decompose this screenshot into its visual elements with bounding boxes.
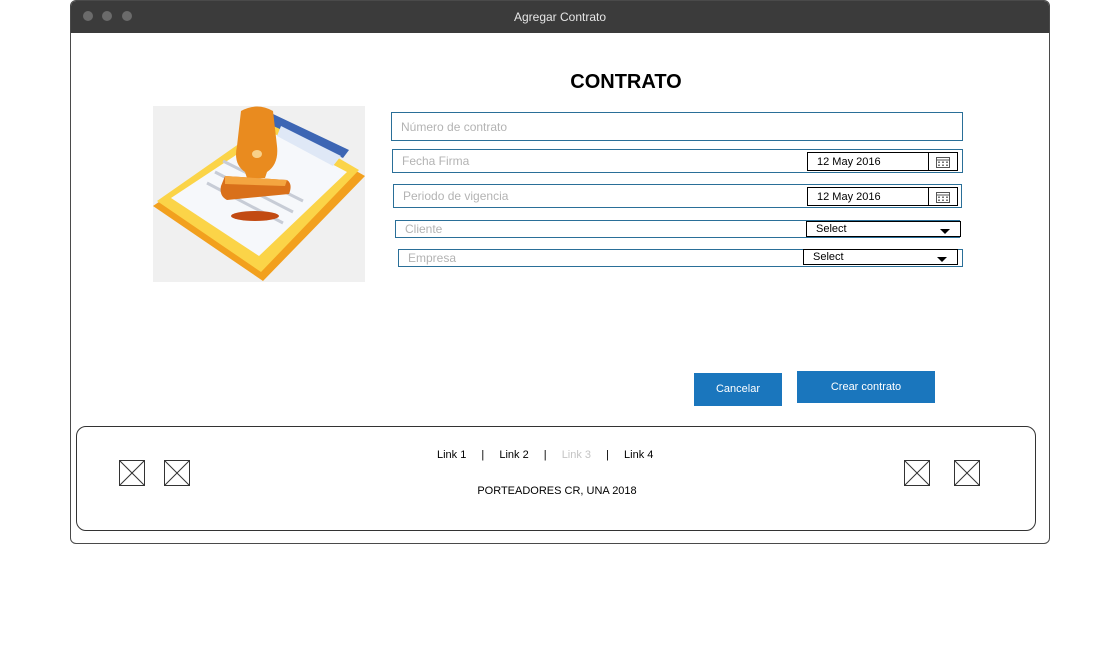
- chevron-down-icon: [937, 257, 947, 262]
- numero-contrato-placeholder: Número de contrato: [401, 119, 508, 134]
- footer: Link 1 | Link 2 | Link 3 | Link 4 PORTEA…: [76, 426, 1036, 531]
- contract-stamp-illustration: [153, 106, 365, 282]
- app-window: Agregar Contrato CONTRATO Número de cont…: [70, 0, 1050, 544]
- chevron-down-icon: [940, 229, 950, 234]
- cliente-placeholder: Cliente: [405, 222, 443, 236]
- footer-link-1[interactable]: Link 1: [437, 449, 466, 461]
- footer-link-2[interactable]: Link 2: [499, 449, 528, 461]
- periodo-vigencia-placeholder: Periodo de vigencia: [403, 189, 509, 203]
- fecha-firma-placeholder: Fecha Firma: [402, 154, 470, 168]
- image-placeholder-icon: [164, 460, 190, 486]
- periodo-vigencia-datepicker[interactable]: 12 May 2016: [807, 187, 958, 206]
- create-contract-button[interactable]: Crear contrato: [797, 371, 935, 403]
- title-bar: Agregar Contrato: [71, 1, 1049, 33]
- window-title: Agregar Contrato: [513, 10, 607, 24]
- image-placeholder-icon: [904, 460, 930, 486]
- footer-link-3: Link 3: [561, 449, 592, 461]
- footer-copyright: PORTEADORES CR, UNA 2018: [477, 485, 637, 497]
- link-separator: |: [606, 449, 609, 461]
- calendar-icon[interactable]: [928, 188, 957, 205]
- fecha-firma-datepicker[interactable]: 12 May 2016: [807, 152, 958, 171]
- calendar-icon[interactable]: [928, 153, 957, 170]
- numero-contrato-input[interactable]: Número de contrato: [391, 112, 963, 141]
- fecha-firma-value: 12 May 2016: [817, 156, 881, 168]
- empresa-select[interactable]: Select: [803, 249, 958, 265]
- cancel-button[interactable]: Cancelar: [694, 373, 782, 406]
- empresa-placeholder: Empresa: [408, 251, 457, 265]
- image-placeholder-icon: [119, 460, 145, 486]
- cliente-select[interactable]: Select: [806, 221, 961, 237]
- link-separator: |: [543, 449, 547, 461]
- link-separator: |: [481, 449, 485, 461]
- periodo-vigencia-value: 12 May 2016: [817, 191, 881, 203]
- page-title: CONTRATO: [570, 71, 682, 93]
- footer-link-4[interactable]: Link 4: [624, 449, 653, 461]
- empresa-select-value: Select: [813, 251, 844, 263]
- cliente-select-value: Select: [816, 223, 847, 235]
- footer-links: Link 1 | Link 2 | Link 3 | Link 4: [437, 449, 653, 461]
- image-placeholder-icon: [954, 460, 980, 486]
